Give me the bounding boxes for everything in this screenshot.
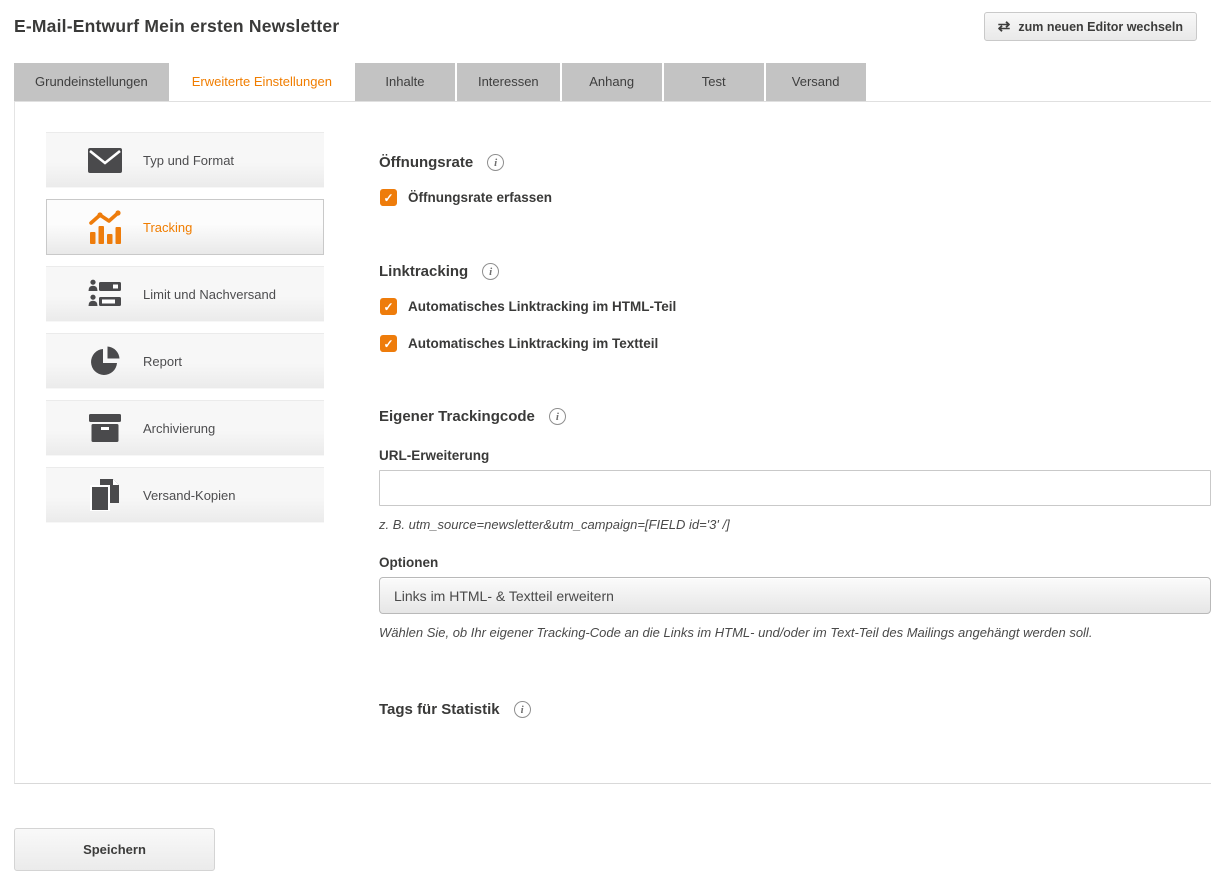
open-rate-checkbox[interactable]: ✓ — [380, 189, 397, 206]
switch-editor-button[interactable]: ⇄ zum neuen Editor wechseln — [984, 12, 1197, 41]
swap-arrows-icon: ⇄ — [998, 19, 1011, 34]
options-select-value: Links im HTML- & Textteil erweitern — [394, 588, 614, 604]
page-header: E-Mail-Entwurf Mein ersten Newsletter ⇄ … — [0, 0, 1211, 63]
link-tracking-text-checkbox-row: ✓ Automatisches Linktracking im Textteil — [380, 335, 1211, 352]
switch-editor-button-label: zum neuen Editor wechseln — [1018, 20, 1183, 34]
settings-panel: Typ und Format Tracking — [14, 101, 1211, 784]
tab-versand[interactable]: Versand — [766, 63, 866, 101]
copies-icon — [85, 479, 125, 511]
tab-bar: Grundeinstellungen Erweiterte Einstellun… — [14, 63, 1211, 101]
link-tracking-html-checkbox-row: ✓ Automatisches Linktracking im HTML-Tei… — [380, 298, 1211, 315]
tab-test[interactable]: Test — [664, 63, 764, 101]
stats-tags-section-heading: Tags für Statistik i — [379, 701, 1211, 718]
custom-trackingcode-heading-text: Eigener Trackingcode — [379, 408, 535, 425]
users-limit-icon — [85, 279, 125, 309]
info-icon[interactable]: i — [549, 408, 566, 425]
sidebar-item-typ-und-format[interactable]: Typ und Format — [46, 132, 324, 188]
tracking-settings-content: Öffnungsrate i ✓ Öffnungsrate erfassen L… — [324, 102, 1211, 783]
sidebar-item-label: Versand-Kopien — [143, 488, 236, 503]
settings-sidebar: Typ und Format Tracking — [15, 102, 324, 783]
link-tracking-text-label: Automatisches Linktracking im Textteil — [408, 336, 658, 351]
sidebar-item-limit-und-nachversand[interactable]: Limit und Nachversand — [46, 266, 324, 322]
info-icon[interactable]: i — [487, 154, 504, 171]
save-button[interactable]: Speichern — [14, 828, 215, 871]
info-icon[interactable]: i — [514, 701, 531, 718]
sidebar-item-label: Report — [143, 354, 182, 369]
link-tracking-heading-text: Linktracking — [379, 263, 468, 280]
link-tracking-html-checkbox[interactable]: ✓ — [380, 298, 397, 315]
link-tracking-text-checkbox[interactable]: ✓ — [380, 335, 397, 352]
sidebar-item-tracking[interactable]: Tracking — [46, 199, 324, 255]
envelope-icon — [85, 148, 125, 173]
open-rate-heading-text: Öffnungsrate — [379, 154, 473, 171]
open-rate-checkbox-row: ✓ Öffnungsrate erfassen — [380, 189, 1211, 206]
options-select[interactable]: Links im HTML- & Textteil erweitern — [379, 577, 1211, 614]
tab-inhalte[interactable]: Inhalte — [355, 63, 455, 101]
pie-chart-icon — [85, 345, 125, 377]
sidebar-item-report[interactable]: Report — [46, 333, 324, 389]
sidebar-item-label: Archivierung — [143, 421, 215, 436]
url-extension-input[interactable] — [379, 470, 1211, 506]
stats-tags-heading-text: Tags für Statistik — [379, 701, 500, 718]
info-icon[interactable]: i — [482, 263, 499, 280]
sidebar-item-label: Tracking — [143, 220, 192, 235]
link-tracking-section-heading: Linktracking i — [379, 263, 1211, 280]
sidebar-item-label: Typ und Format — [143, 153, 234, 168]
url-extension-hint: z. B. utm_source=newsletter&utm_campaign… — [379, 517, 1211, 532]
open-rate-section-heading: Öffnungsrate i — [379, 154, 1211, 171]
bar-chart-icon — [85, 209, 125, 245]
sidebar-item-archivierung[interactable]: Archivierung — [46, 400, 324, 456]
tab-grundeinstellungen[interactable]: Grundeinstellungen — [14, 63, 169, 101]
archive-box-icon — [85, 414, 125, 442]
options-hint: Wählen Sie, ob Ihr eigener Tracking-Code… — [379, 625, 1211, 640]
link-tracking-html-label: Automatisches Linktracking im HTML-Teil — [408, 299, 676, 314]
custom-trackingcode-section-heading: Eigener Trackingcode i — [379, 408, 1211, 425]
sidebar-item-label: Limit und Nachversand — [143, 287, 276, 302]
tab-interessen[interactable]: Interessen — [457, 63, 560, 101]
tab-erweiterte-einstellungen[interactable]: Erweiterte Einstellungen — [171, 63, 353, 101]
options-label: Optionen — [379, 555, 1211, 570]
url-extension-label: URL-Erweiterung — [379, 448, 1211, 463]
tab-anhang[interactable]: Anhang — [562, 63, 662, 101]
sidebar-item-versand-kopien[interactable]: Versand-Kopien — [46, 467, 324, 523]
open-rate-checkbox-label: Öffnungsrate erfassen — [408, 190, 552, 205]
